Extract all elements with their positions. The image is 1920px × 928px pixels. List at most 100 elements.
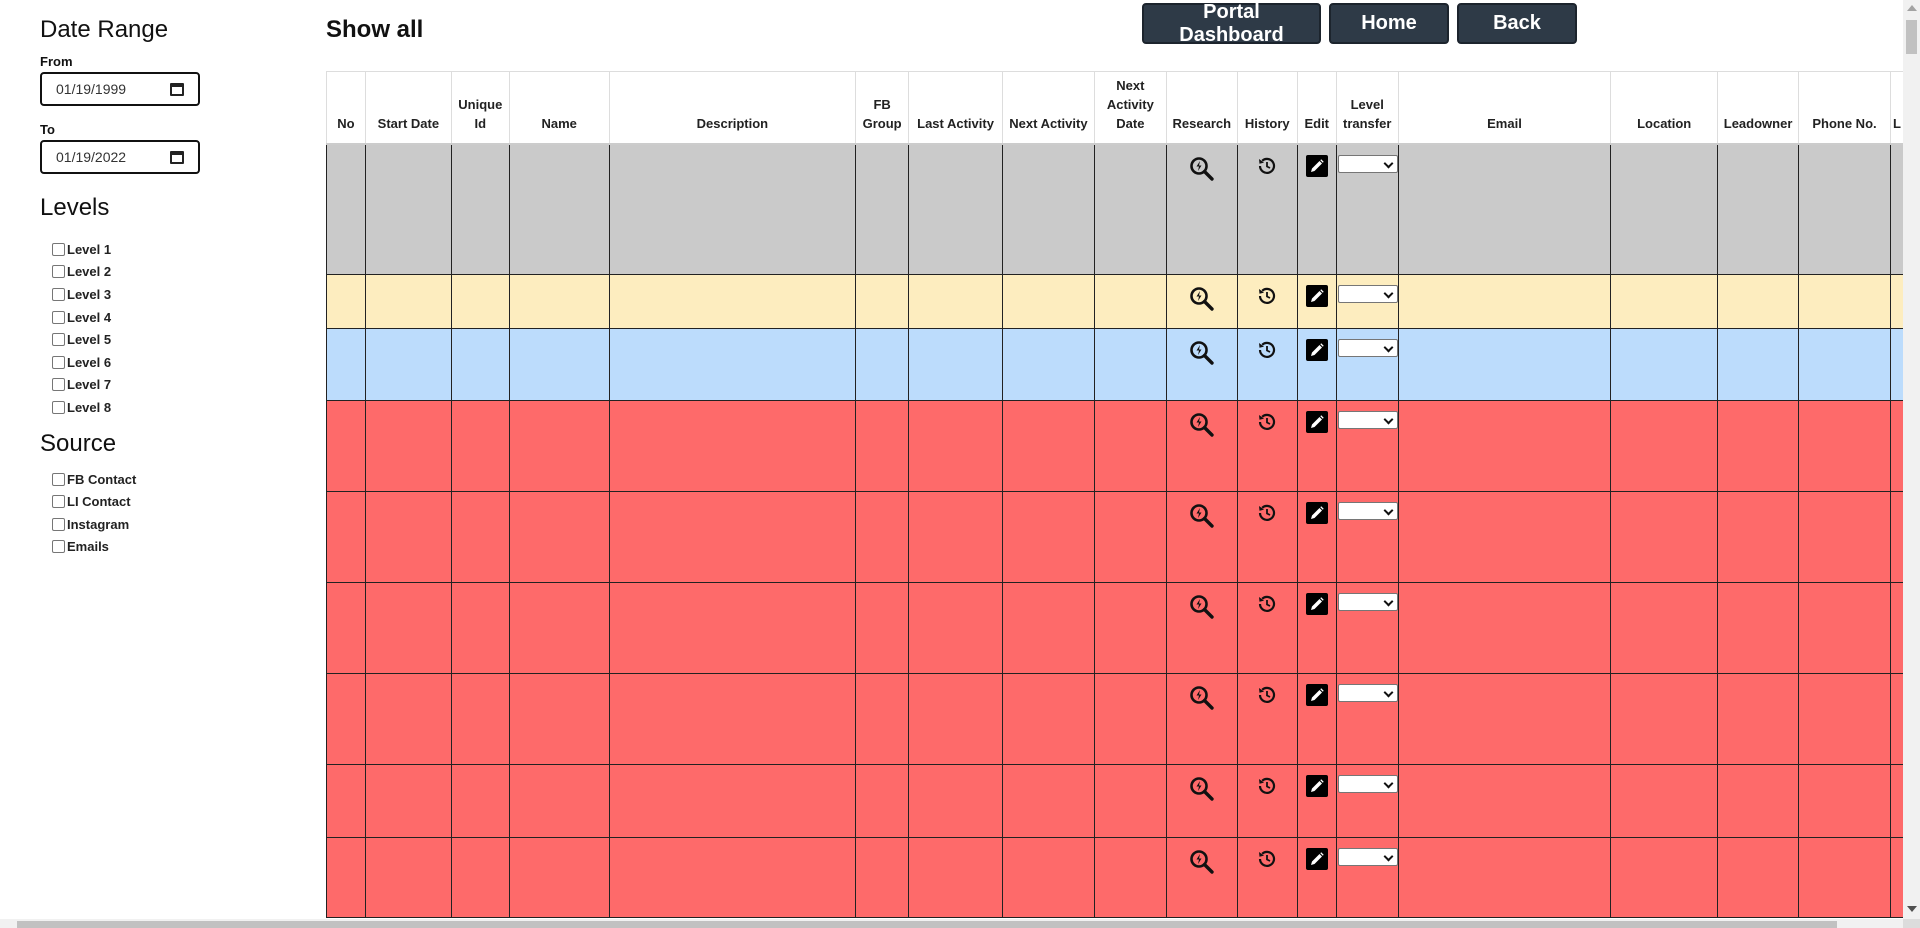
research-icon[interactable] (1188, 848, 1216, 876)
back-button[interactable]: Back (1457, 3, 1577, 44)
source-filter-3[interactable]: Instagram (52, 517, 129, 532)
leads-table: No Start Date Unique Id Name Description FB G… (326, 72, 1904, 918)
column-header[interactable]: Last Activity (908, 72, 1003, 145)
table-cell (364, 143, 452, 275)
to-date-input[interactable]: 01/19/2022 (40, 140, 200, 174)
level-transfer-select[interactable] (1337, 284, 1398, 303)
horizontal-scroll-thumb[interactable] (17, 921, 1837, 928)
column-header[interactable]: L (1889, 72, 1904, 145)
level-transfer-select[interactable] (1337, 155, 1398, 173)
level-transfer-select[interactable] (1337, 410, 1398, 429)
source-checkbox[interactable] (52, 495, 65, 508)
source-filter-2[interactable]: LI Contact (52, 494, 131, 509)
edit-icon[interactable] (1305, 284, 1328, 307)
history-icon[interactable] (1256, 155, 1278, 177)
table-row (326, 672, 1904, 765)
history-icon[interactable] (1256, 684, 1278, 706)
column-header[interactable]: Level transfer (1335, 72, 1399, 145)
edit-icon[interactable] (1305, 410, 1328, 433)
level-filter-5[interactable]: Level 5 (52, 332, 111, 347)
portal-dashboard-button[interactable]: Portal Dashboard (1142, 1, 1321, 46)
vertical-scroll-thumb[interactable] (1906, 20, 1917, 54)
column-header[interactable]: Next Activity (1001, 72, 1095, 145)
level-filter-8[interactable]: Level 8 (52, 400, 111, 415)
research-icon[interactable] (1188, 155, 1216, 183)
level-transfer-select[interactable] (1337, 592, 1398, 611)
level-checkbox[interactable] (52, 243, 65, 256)
level-filter-1[interactable]: Level 1 (52, 242, 111, 257)
history-icon[interactable] (1256, 848, 1278, 870)
scroll-down-arrow-icon[interactable] (1907, 906, 1917, 912)
calendar-icon[interactable] (170, 83, 184, 96)
history-icon[interactable] (1256, 502, 1278, 524)
level-transfer-select[interactable] (1337, 501, 1398, 520)
research-icon[interactable] (1188, 339, 1216, 367)
history-icon[interactable] (1256, 593, 1278, 615)
history-icon[interactable] (1256, 775, 1278, 797)
table-cell (1889, 672, 1904, 765)
home-button[interactable]: Home (1329, 3, 1449, 44)
column-header[interactable]: Phone No. (1798, 72, 1891, 145)
edit-icon[interactable] (1305, 774, 1328, 797)
level-filter-6[interactable]: Level 6 (52, 355, 111, 370)
edit-icon[interactable] (1305, 683, 1328, 706)
research-icon[interactable] (1188, 775, 1216, 803)
level-checkbox[interactable] (52, 401, 65, 414)
table-cell (364, 581, 452, 674)
research-icon[interactable] (1188, 285, 1216, 313)
source-filter-1[interactable]: FB Contact (52, 472, 136, 487)
column-header[interactable]: Edit (1296, 72, 1337, 145)
level-filter-7[interactable]: Level 7 (52, 377, 111, 392)
level-filter-3[interactable]: Level 3 (52, 287, 111, 302)
table-cell (1397, 399, 1612, 492)
calendar-icon[interactable] (170, 151, 184, 164)
source-checkbox[interactable] (52, 540, 65, 553)
column-header[interactable]: Location (1610, 72, 1719, 145)
edit-icon[interactable] (1305, 155, 1328, 177)
level-checkbox[interactable] (52, 333, 65, 346)
research-icon[interactable] (1188, 502, 1216, 530)
edit-icon[interactable] (1305, 592, 1328, 615)
column-header[interactable]: No (326, 72, 366, 145)
level-checkbox[interactable] (52, 356, 65, 369)
research-icon[interactable] (1188, 411, 1216, 439)
history-icon[interactable] (1256, 411, 1278, 433)
level-transfer-select[interactable] (1337, 847, 1398, 866)
level-filter-4[interactable]: Level 4 (52, 310, 111, 325)
source-filter-4[interactable]: Emails (52, 539, 109, 554)
column-header[interactable]: Description (608, 72, 857, 145)
level-filter-2[interactable]: Level 2 (52, 264, 111, 279)
level-checkbox[interactable] (52, 265, 65, 278)
column-header[interactable]: History (1236, 72, 1298, 145)
column-header[interactable]: Start Date (364, 72, 452, 145)
research-icon[interactable] (1188, 684, 1216, 712)
column-header[interactable]: Next Activity Date (1093, 72, 1167, 145)
edit-icon[interactable] (1305, 847, 1328, 870)
history-icon[interactable] (1256, 285, 1278, 307)
level-transfer-select[interactable] (1337, 683, 1398, 702)
level-checkbox[interactable] (52, 288, 65, 301)
column-header[interactable]: Email (1397, 72, 1612, 145)
vertical-scrollbar[interactable] (1903, 0, 1920, 919)
table-cell (1798, 273, 1891, 329)
table-cell (1296, 143, 1337, 275)
research-icon[interactable] (1188, 593, 1216, 621)
column-header[interactable]: FB Group (855, 72, 910, 145)
column-header[interactable]: Unique Id (450, 72, 510, 145)
column-header[interactable]: Name (508, 72, 610, 145)
column-header[interactable]: Leadowner (1717, 72, 1800, 145)
table-body (326, 143, 1904, 918)
level-checkbox[interactable] (52, 378, 65, 391)
source-checkbox[interactable] (52, 518, 65, 531)
table-cell (1717, 273, 1800, 329)
level-transfer-select[interactable] (1337, 338, 1398, 357)
history-icon[interactable] (1256, 339, 1278, 361)
source-checkbox[interactable] (52, 473, 65, 486)
column-header[interactable]: Research (1165, 72, 1238, 145)
level-checkbox[interactable] (52, 311, 65, 324)
scroll-up-arrow-icon[interactable] (1907, 5, 1917, 11)
edit-icon[interactable] (1305, 338, 1328, 361)
level-transfer-select[interactable] (1337, 774, 1398, 793)
from-date-input[interactable]: 01/19/1999 (40, 72, 200, 106)
edit-icon[interactable] (1305, 501, 1328, 524)
